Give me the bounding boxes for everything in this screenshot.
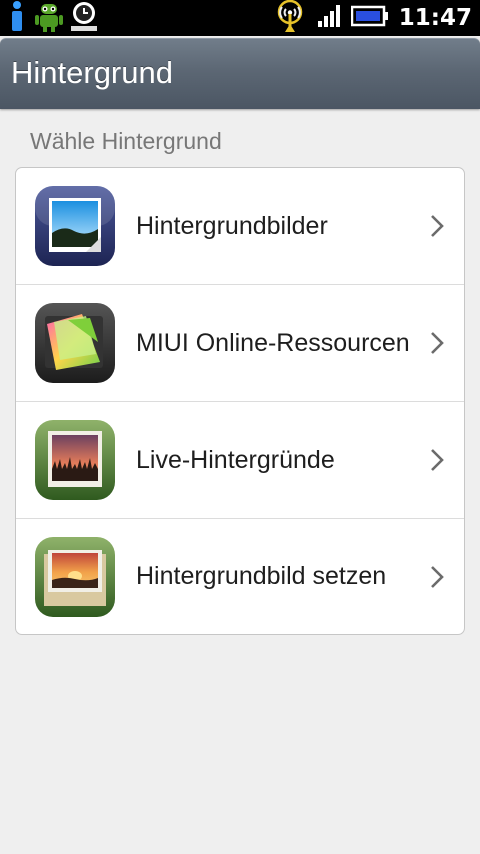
system-icons: 11:47 bbox=[271, 0, 472, 36]
android-robot-icon[interactable] bbox=[34, 0, 64, 36]
wallpaper-options-list: Hintergrundbilder MIUI Online-Ressourcen… bbox=[15, 167, 465, 635]
info-icon[interactable] bbox=[6, 0, 28, 36]
wifi-hotspot-icon bbox=[271, 0, 309, 38]
chevron-right-icon bbox=[428, 564, 446, 590]
page-title: Hintergrund bbox=[11, 55, 173, 90]
list-item-online-resources[interactable]: MIUI Online-Ressourcen bbox=[16, 285, 464, 402]
clock-icon[interactable] bbox=[70, 0, 98, 36]
section-label: Wähle Hintergrund bbox=[30, 128, 222, 154]
title-bar: Hintergrund bbox=[0, 38, 480, 109]
list-item-label: Hintergrundbilder bbox=[136, 211, 328, 240]
set-wallpaper-icon bbox=[34, 536, 116, 618]
chevron-right-icon bbox=[428, 330, 446, 356]
live-wallpaper-icon bbox=[34, 419, 116, 501]
list-item-label: Live-Hintergründe bbox=[136, 445, 335, 474]
list-item-set-wallpaper[interactable]: Hintergrundbild setzen bbox=[16, 519, 464, 634]
wallpaper-picture-icon bbox=[34, 185, 116, 267]
list-item-wallpapers[interactable]: Hintergrundbilder bbox=[16, 168, 464, 285]
status-time: 11:47 bbox=[398, 5, 472, 31]
list-item-label: Hintergrundbild setzen bbox=[136, 562, 387, 590]
list-item-live-wallpapers[interactable]: Live-Hintergründe bbox=[16, 402, 464, 519]
online-resources-icon bbox=[34, 302, 116, 384]
battery-icon bbox=[350, 5, 389, 31]
status-bar: 11:47 bbox=[0, 0, 480, 36]
signal-icon bbox=[317, 4, 343, 32]
chevron-right-icon bbox=[428, 213, 446, 239]
notification-icons bbox=[6, 0, 98, 36]
chevron-right-icon bbox=[428, 447, 446, 473]
list-item-label: MIUI Online-Ressourcen bbox=[136, 328, 410, 357]
